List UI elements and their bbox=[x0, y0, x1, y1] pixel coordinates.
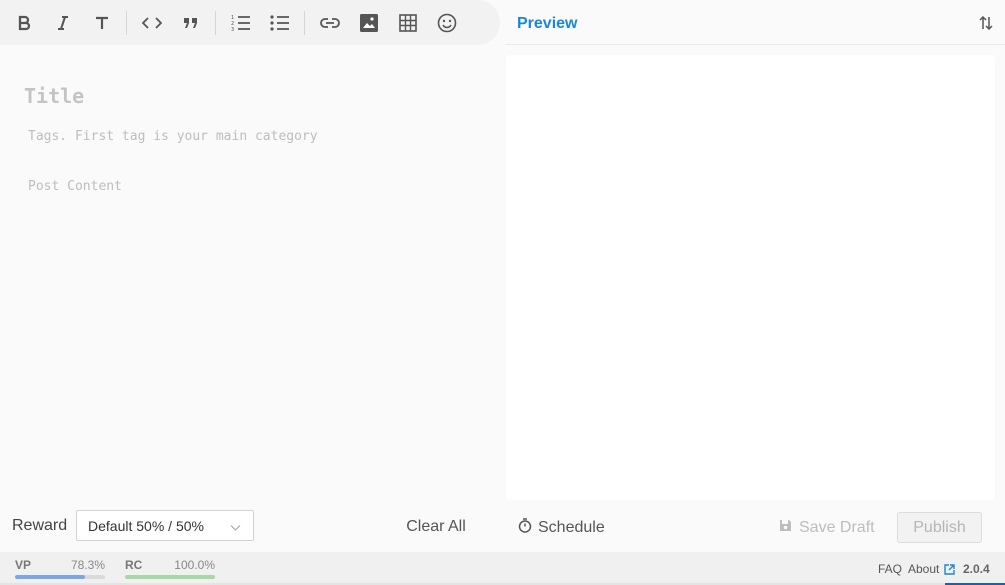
vp-meter bbox=[15, 575, 105, 579]
reward-label: Reward bbox=[12, 517, 68, 534]
svg-text:3: 3 bbox=[231, 27, 234, 32]
version-label: 2.0.4 bbox=[963, 562, 990, 576]
schedule-label: Schedule bbox=[538, 519, 605, 536]
heading-button[interactable] bbox=[82, 0, 121, 45]
rc-meter-fill bbox=[125, 575, 215, 579]
save-draft-label: Save Draft bbox=[799, 519, 875, 536]
preview-title: Preview bbox=[517, 15, 578, 32]
status-footer: VP 78.3% RC 100.0% FAQ About 2.0.4 bbox=[0, 552, 1005, 585]
table-icon bbox=[398, 13, 417, 32]
editor-toolbar: 123 bbox=[0, 0, 500, 45]
rc-label: RC bbox=[125, 558, 143, 572]
unordered-list-icon bbox=[269, 14, 290, 32]
image-icon bbox=[359, 13, 378, 32]
faq-link[interactable]: FAQ bbox=[878, 562, 902, 576]
emoji-icon bbox=[437, 13, 457, 33]
quote-button[interactable] bbox=[171, 0, 210, 45]
tags-input[interactable] bbox=[26, 124, 480, 148]
ordered-list-button[interactable]: 123 bbox=[221, 0, 260, 45]
code-icon bbox=[141, 16, 162, 30]
emoji-button[interactable] bbox=[427, 0, 466, 45]
ordered-list-icon: 123 bbox=[231, 14, 251, 32]
rc-value: 100.0% bbox=[174, 558, 215, 572]
about-link[interactable]: About bbox=[908, 562, 939, 576]
bold-icon bbox=[16, 15, 32, 31]
table-button[interactable] bbox=[388, 0, 427, 45]
link-button[interactable] bbox=[310, 0, 349, 45]
save-draft-button[interactable]: Save Draft bbox=[779, 515, 875, 541]
bold-button[interactable] bbox=[4, 0, 43, 45]
timer-icon bbox=[518, 518, 532, 538]
reward-select-value: Default 50% / 50% bbox=[88, 517, 204, 534]
vp-value: 78.3% bbox=[70, 558, 105, 572]
image-button[interactable] bbox=[349, 0, 388, 45]
save-icon bbox=[779, 519, 792, 537]
publish-button[interactable]: Publish bbox=[897, 512, 982, 543]
vp-meter-fill bbox=[15, 575, 86, 579]
post-content-textarea[interactable] bbox=[26, 177, 490, 501]
italic-button[interactable] bbox=[43, 0, 82, 45]
heading-icon bbox=[94, 15, 110, 31]
quote-icon bbox=[183, 17, 199, 29]
toolbar-divider bbox=[304, 10, 305, 35]
schedule-button[interactable]: Schedule bbox=[518, 515, 605, 541]
external-link-icon bbox=[944, 562, 955, 580]
toolbar-divider bbox=[215, 10, 216, 35]
code-button[interactable] bbox=[132, 0, 171, 45]
chevron-down-icon bbox=[230, 520, 241, 538]
vp-label: VP bbox=[15, 558, 32, 572]
italic-icon bbox=[55, 15, 71, 31]
sort-icon[interactable] bbox=[979, 15, 993, 36]
toolbar-divider bbox=[126, 10, 127, 35]
reward-select[interactable]: Default 50% / 50% bbox=[76, 510, 254, 541]
preview-pane bbox=[506, 55, 995, 500]
clear-all-button[interactable]: Clear All bbox=[398, 513, 474, 541]
unordered-list-button[interactable] bbox=[260, 0, 299, 45]
rc-meter bbox=[125, 575, 215, 579]
link-icon bbox=[319, 17, 340, 29]
title-input[interactable] bbox=[22, 80, 486, 112]
preview-header: Preview bbox=[505, 0, 1005, 45]
